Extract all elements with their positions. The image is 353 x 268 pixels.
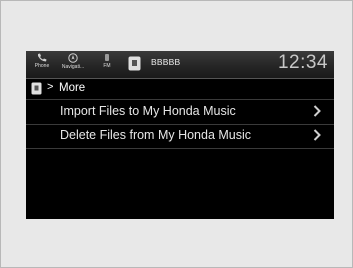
fm-label: FM [103, 63, 111, 69]
phone-shortcut[interactable]: Phone [31, 53, 53, 69]
manual-figure-frame: Phone Navigati... FM BBBBB 12:34 > More … [0, 0, 353, 268]
breadcrumb-separator-icon: > [47, 81, 54, 93]
clock: 12:34 [277, 52, 328, 73]
list-item-label: Import Files to My Honda Music [60, 104, 236, 118]
list-item-label: Delete Files from My Honda Music [60, 128, 252, 142]
import-files-item[interactable]: Import Files to My Honda Music [26, 99, 334, 125]
menu-header: > More [26, 79, 334, 99]
navigation-label: Navigati... [61, 64, 85, 70]
chevron-right-icon [313, 129, 321, 141]
fm-radio-icon [105, 54, 109, 61]
infotainment-screen: Phone Navigati... FM BBBBB 12:34 > More … [26, 51, 334, 219]
delete-files-item[interactable]: Delete Files from My Honda Music [26, 124, 334, 149]
phone-label: Phone [34, 63, 50, 69]
usb-device-icon [128, 56, 141, 71]
audio-source-name: BBBBB [151, 57, 181, 67]
usb-source-icon [31, 82, 42, 95]
phone-icon [38, 53, 47, 62]
fm-shortcut[interactable]: FM [99, 53, 115, 69]
chevron-right-icon [313, 105, 321, 117]
status-bar: Phone Navigati... FM BBBBB 12:34 [26, 51, 334, 79]
navigation-shortcut[interactable]: Navigati... [59, 53, 87, 70]
breadcrumb: More [59, 82, 86, 94]
navigation-icon [68, 53, 78, 63]
